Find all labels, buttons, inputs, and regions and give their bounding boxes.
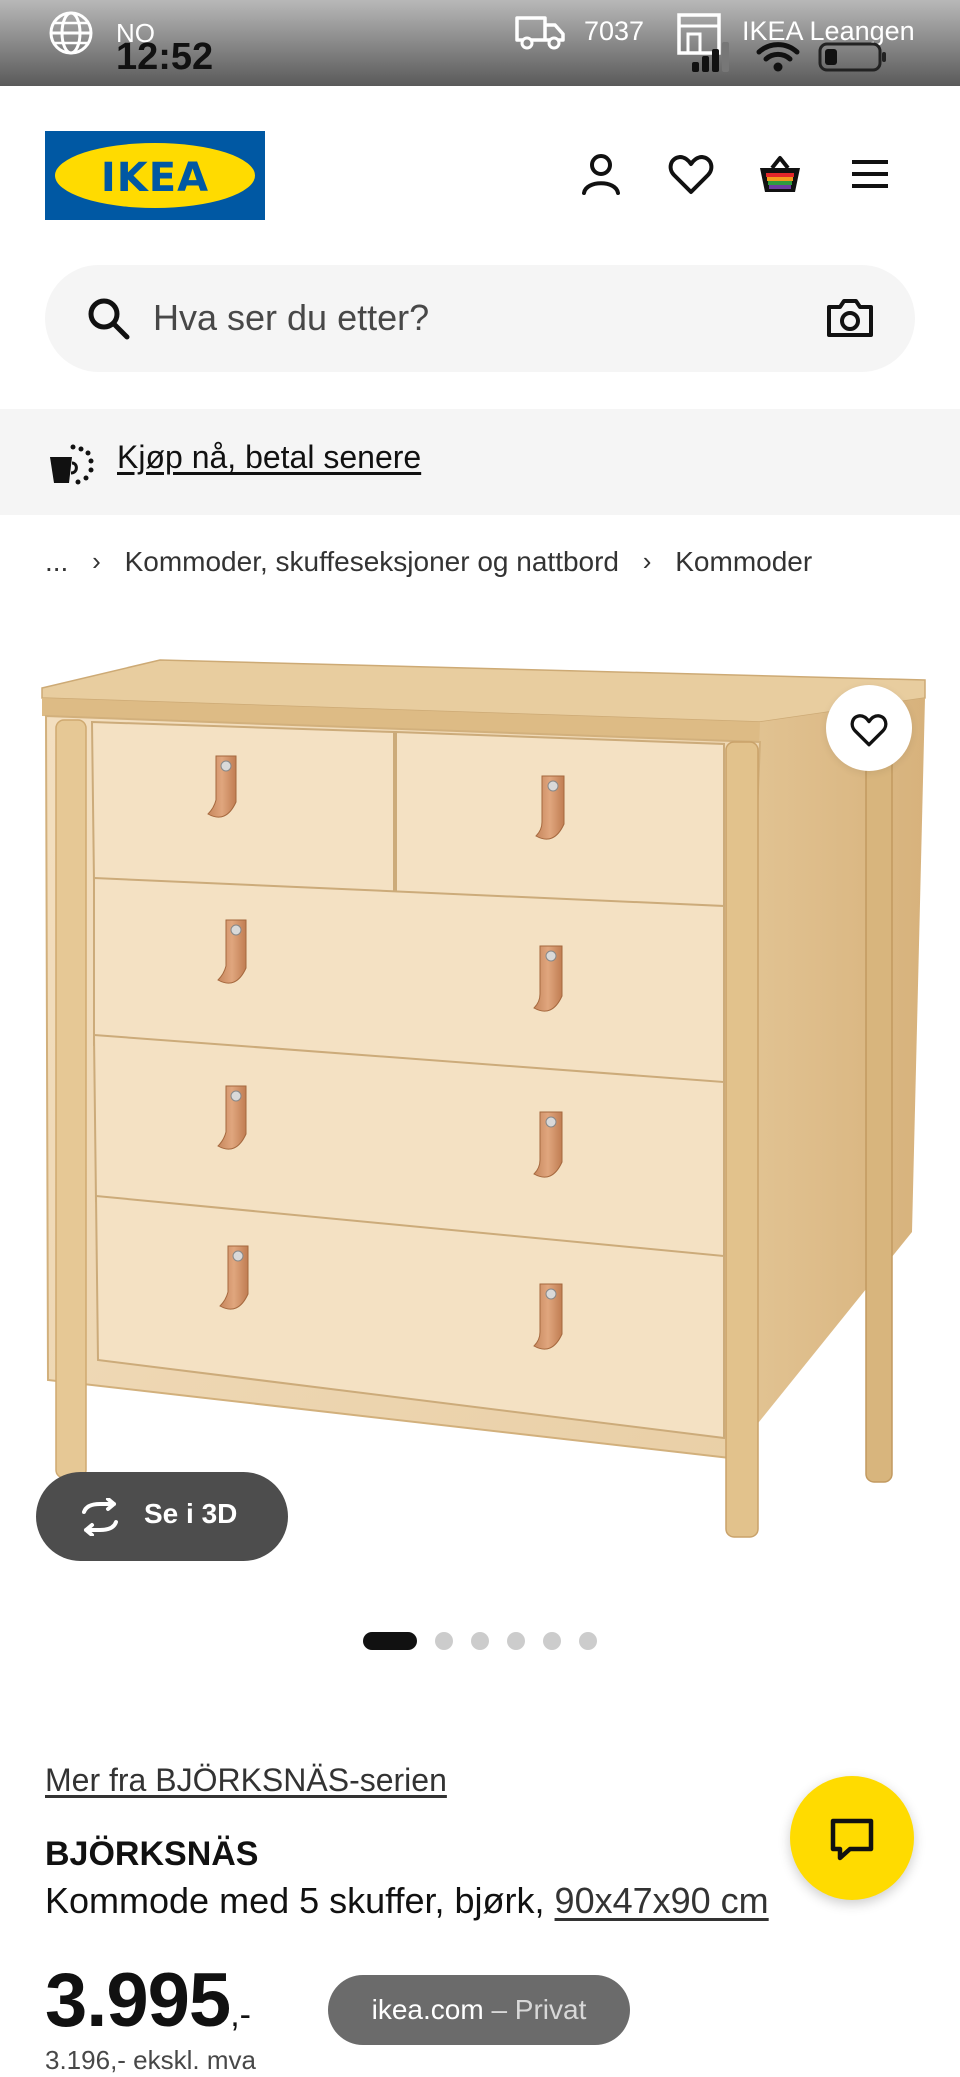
- favourite-button[interactable]: [826, 685, 912, 771]
- heart-icon: [850, 714, 888, 747]
- carousel-dot[interactable]: [579, 1632, 597, 1650]
- price: 3.995,-: [45, 1957, 251, 2044]
- price-suffix: ,-: [230, 1996, 251, 2034]
- battery-icon: [818, 42, 886, 72]
- search-bar[interactable]: Hva ser du etter?: [45, 265, 915, 372]
- price-amount: 3.995: [45, 1958, 231, 2043]
- chat-button[interactable]: [790, 1776, 914, 1900]
- heart-icon[interactable]: [667, 150, 715, 198]
- product-name: BJÖRKSNÄS: [45, 1835, 259, 1873]
- chevron-right-icon: ›: [642, 546, 652, 577]
- pay-later-link[interactable]: Kjøp nå, betal senere: [117, 439, 421, 476]
- globe-icon: [49, 11, 93, 55]
- cart-icon[interactable]: [756, 150, 804, 198]
- menu-icon[interactable]: [846, 150, 894, 198]
- url-domain: ikea.com: [371, 1994, 484, 2025]
- postcode-label[interactable]: 7037: [584, 16, 644, 47]
- status-bar: NO 12:52 7037 IKEA Leangen: [0, 0, 960, 86]
- pay-later-icon: [50, 444, 94, 485]
- delivery-truck-icon[interactable]: [514, 12, 566, 52]
- product-description: Kommode med 5 skuffer, bjørk, 90x47x90 c…: [45, 1880, 769, 1922]
- breadcrumb-item[interactable]: Kommoder, skuffeseksjoner og nattbord: [125, 546, 619, 578]
- carousel-dot[interactable]: [507, 1632, 525, 1650]
- carousel-dot[interactable]: [543, 1632, 561, 1650]
- browser-url-pill[interactable]: ikea.com – Privat: [328, 1975, 630, 2045]
- see-in-3d-button[interactable]: Se i 3D: [36, 1472, 288, 1561]
- carousel-indicator: [0, 1632, 960, 1652]
- breadcrumb-item-current[interactable]: Kommoder: [675, 546, 812, 578]
- promo-banner[interactable]: Kjøp nå, betal senere: [0, 409, 960, 515]
- clock: 12:52: [116, 36, 214, 78]
- account-icon[interactable]: [577, 150, 625, 198]
- logo-wordmark: IKEA: [100, 155, 210, 201]
- series-link[interactable]: Mer fra BJÖRKSNÄS-serien: [45, 1762, 447, 1799]
- carousel-dot[interactable]: [471, 1632, 489, 1650]
- private-mode-label: – Privat: [483, 1994, 587, 2025]
- price-ex-vat: 3.196,- ekskl. mva: [45, 2045, 256, 2075]
- carousel-dot[interactable]: [435, 1632, 453, 1650]
- rotate-3d-icon: [82, 1498, 118, 1536]
- breadcrumb: ... › Kommoder, skuffeseksjoner og nattb…: [45, 544, 812, 578]
- wifi-icon: [756, 42, 800, 72]
- chat-icon: [830, 1818, 874, 1861]
- product-description-text: Kommode med 5 skuffer, bjørk,: [45, 1880, 555, 1921]
- camera-search-icon[interactable]: [825, 293, 875, 343]
- chevron-right-icon: ›: [92, 546, 101, 577]
- search-icon: [88, 298, 130, 340]
- product-image[interactable]: [30, 650, 930, 1590]
- dimensions-link[interactable]: 90x47x90 cm: [555, 1880, 769, 1921]
- breadcrumb-ellipsis[interactable]: ...: [45, 546, 68, 578]
- signal-icon: [692, 42, 729, 72]
- ikea-logo[interactable]: IKEA: [45, 131, 265, 220]
- search-input[interactable]: Hva ser du etter?: [153, 297, 429, 339]
- carousel-dot-active[interactable]: [363, 1632, 417, 1650]
- see-in-3d-label: Se i 3D: [144, 1498, 238, 1529]
